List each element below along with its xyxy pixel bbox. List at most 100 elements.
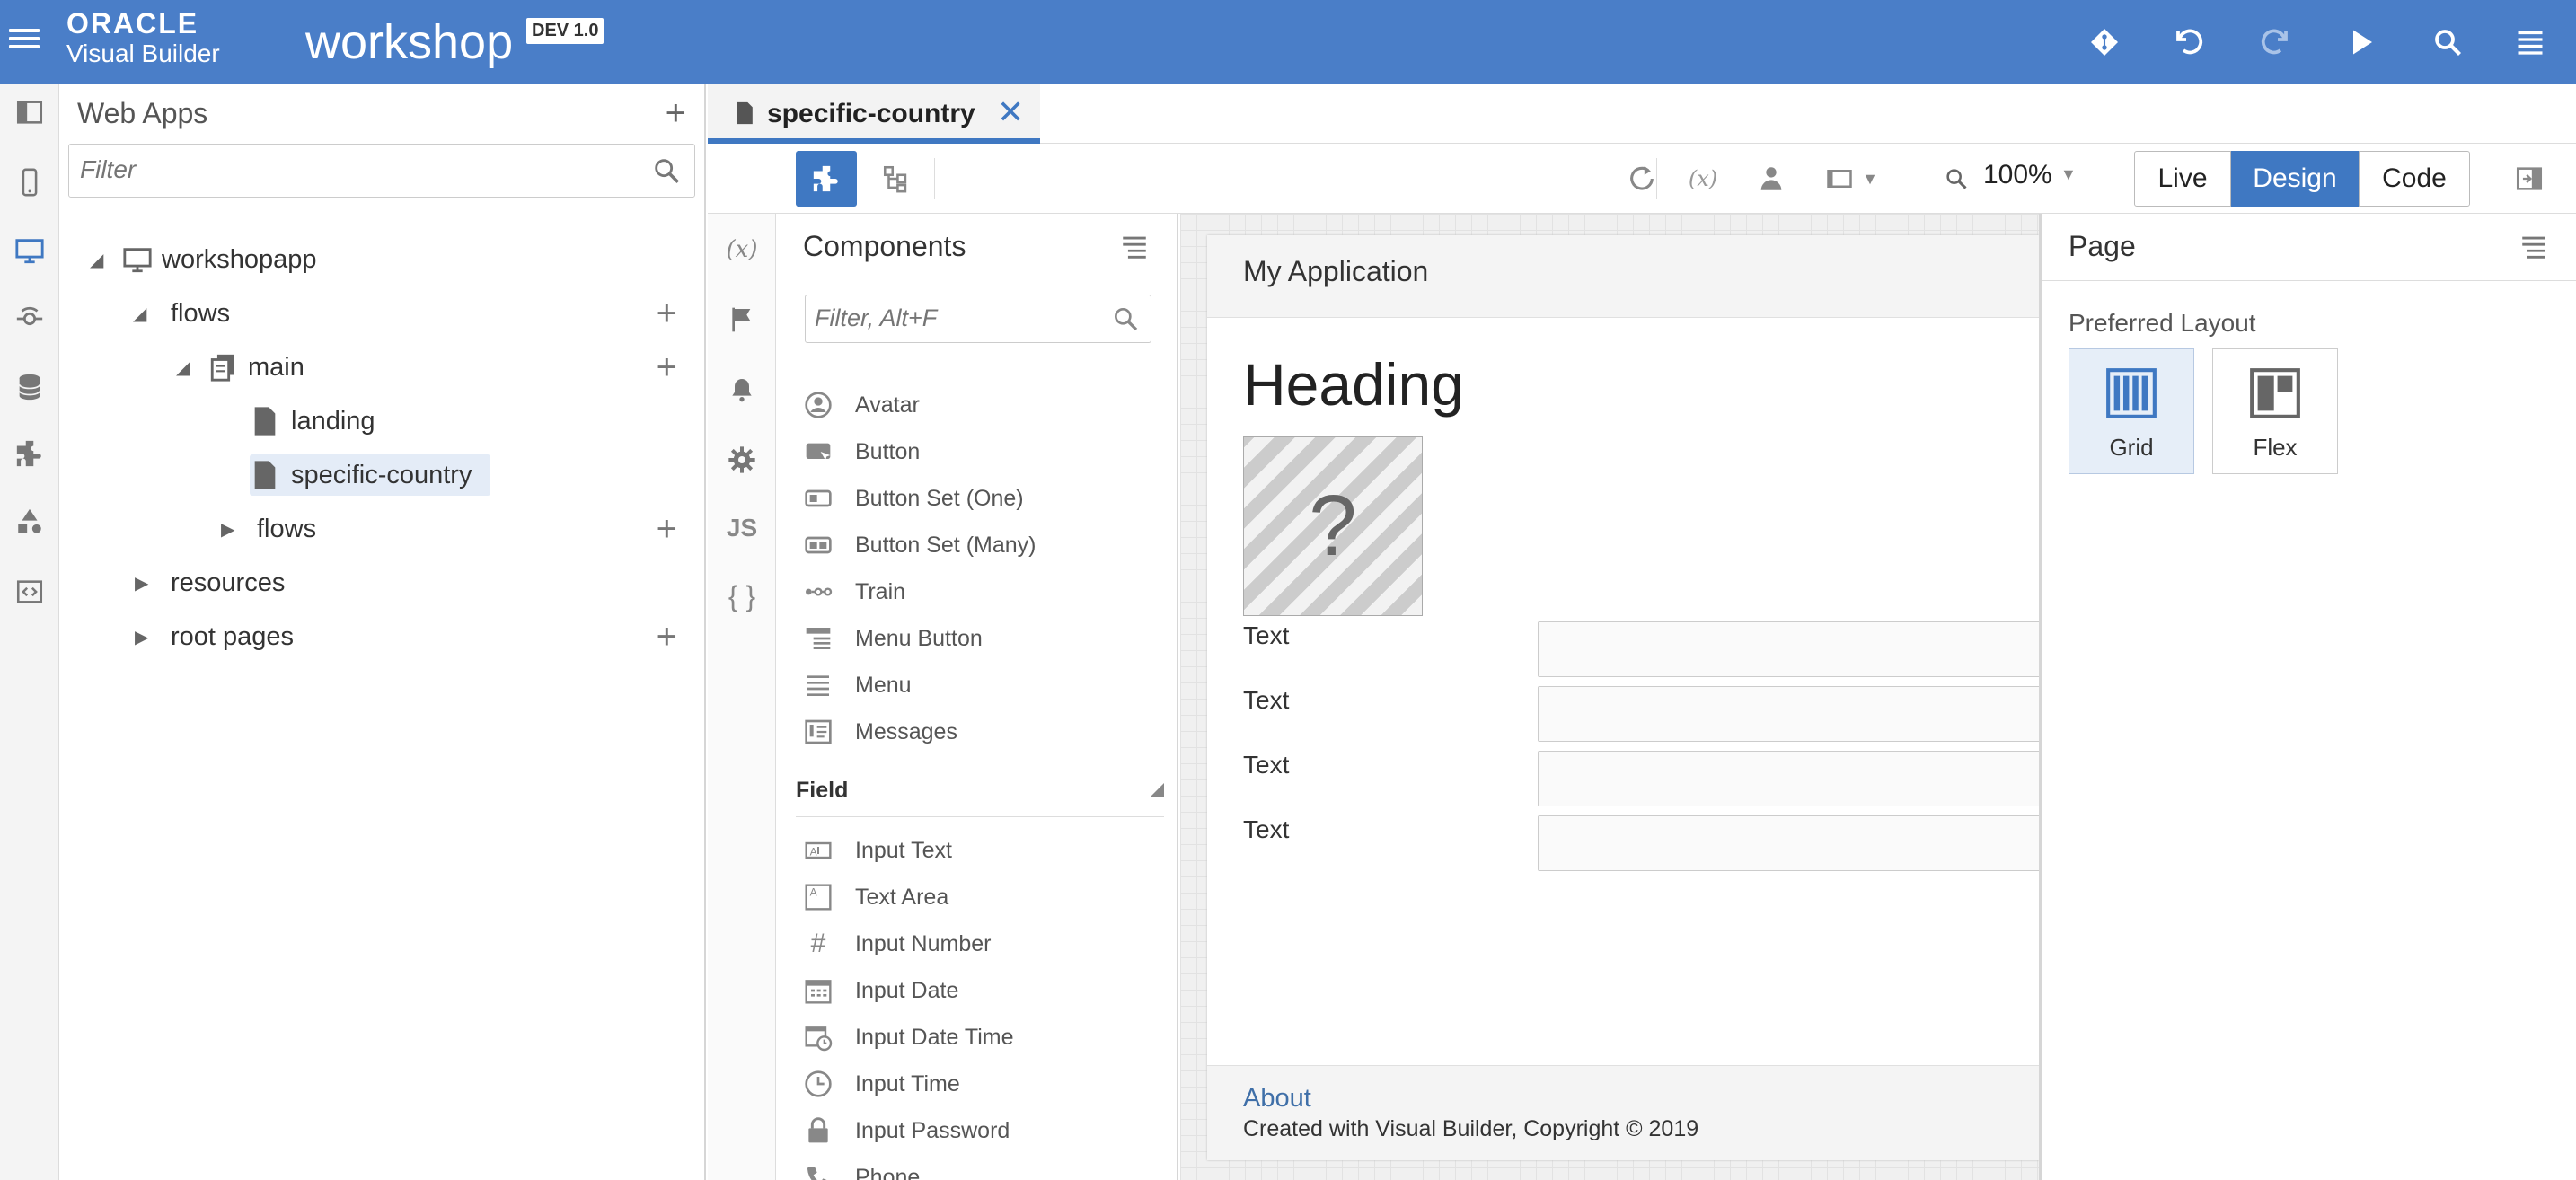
refresh-icon[interactable] — [1611, 151, 1672, 207]
hamburger-menu-icon[interactable] — [9, 24, 40, 55]
search-icon[interactable] — [651, 155, 682, 190]
mobile-apps-icon[interactable] — [7, 160, 52, 205]
mode-live-button[interactable]: Live — [2134, 151, 2231, 207]
tree-item-root-pages[interactable]: ▶ root pages + — [59, 612, 688, 661]
redo-icon[interactable] — [2253, 20, 2298, 65]
expand-triangle-icon[interactable]: ▶ — [135, 572, 148, 594]
json-braces-icon[interactable]: { } — [719, 573, 765, 620]
form-input-field[interactable] — [1538, 686, 2039, 742]
toggle-property-panel-icon[interactable] — [2499, 151, 2560, 207]
tab-specific-country[interactable]: specific-country ✕ — [708, 84, 1040, 144]
business-objects-icon[interactable] — [7, 365, 52, 409]
add-nested-flow-button[interactable]: + — [657, 509, 677, 550]
component-input-password[interactable]: Input Password — [803, 1108, 1162, 1153]
component-train[interactable]: Train — [803, 569, 1162, 614]
collapse-panel-icon[interactable] — [7, 90, 52, 135]
collapse-triangle-icon[interactable] — [1150, 783, 1164, 797]
components-filter[interactable] — [805, 295, 1151, 343]
device-size-dropdown[interactable]: ▼ — [1816, 151, 1888, 207]
git-icon[interactable] — [2082, 20, 2127, 65]
components-icon[interactable] — [7, 431, 52, 476]
tree-item-main[interactable]: ◢ main + — [59, 343, 688, 392]
tree-item-flows[interactable]: ◢ flows + — [59, 289, 688, 338]
design-canvas[interactable]: My Application Heading ? Text Text Text … — [1180, 214, 2039, 1180]
component-label: Button — [855, 438, 921, 464]
page-preview[interactable]: My Application Heading ? Text Text Text … — [1207, 235, 2039, 1160]
component-messages[interactable]: Messages — [803, 709, 1162, 754]
add-root-page-button[interactable]: + — [657, 617, 677, 657]
settings-gear-icon[interactable] — [719, 436, 765, 483]
component-input-number[interactable]: # Input Number — [803, 921, 1162, 966]
mode-design-button[interactable]: Design — [2231, 151, 2359, 207]
expand-triangle-icon[interactable]: ▶ — [221, 518, 234, 541]
zoom-chevron-down-icon[interactable]: ▼ — [2060, 165, 2077, 184]
form-label[interactable]: Text — [1243, 815, 1289, 844]
form-label[interactable]: Text — [1243, 751, 1289, 779]
properties-menu-icon[interactable] — [2519, 232, 2549, 267]
page-footer[interactable]: About Created with Visual Builder, Copyr… — [1207, 1065, 2039, 1160]
navigator-filter[interactable] — [68, 144, 695, 198]
search-icon[interactable] — [2425, 20, 2470, 65]
collapse-triangle-icon[interactable]: ◢ — [176, 357, 190, 379]
component-button-set-many[interactable]: Button Set (Many) — [803, 523, 1162, 568]
component-menu-button[interactable]: Menu Button — [803, 616, 1162, 661]
component-input-date[interactable]: Input Date — [803, 968, 1162, 1013]
undo-icon[interactable] — [2166, 20, 2211, 65]
components-filter-input[interactable] — [806, 295, 1093, 340]
tree-item-flows-nested[interactable]: ▶ flows + — [59, 505, 688, 553]
structure-view-button[interactable] — [866, 151, 927, 207]
component-phone[interactable]: Phone — [803, 1155, 1162, 1180]
add-web-app-button[interactable]: + — [666, 93, 686, 134]
search-icon[interactable] — [1111, 304, 1140, 338]
field-section-header[interactable]: Field — [796, 778, 1164, 817]
component-input-date-time[interactable]: Input Date Time — [803, 1015, 1162, 1060]
javascript-icon[interactable]: JS — [719, 505, 765, 551]
component-avatar[interactable]: Avatar — [803, 383, 1162, 427]
app-title[interactable]: My Application — [1243, 255, 1428, 288]
about-link[interactable]: About — [1243, 1084, 1311, 1114]
tree-item-resources[interactable]: ▶ resources — [59, 559, 688, 607]
tree-label: specific-country — [291, 460, 472, 489]
tree-item-landing[interactable]: landing — [59, 397, 688, 445]
source-icon[interactable] — [7, 569, 52, 614]
user-roles-icon[interactable] — [1741, 151, 1802, 207]
variables-icon[interactable]: (x) — [719, 226, 765, 273]
component-text-area[interactable]: A Text Area — [803, 875, 1162, 920]
close-tab-icon[interactable]: ✕ — [997, 93, 1024, 131]
expand-triangle-icon[interactable]: ▶ — [135, 626, 148, 648]
layout-flex-button[interactable]: Flex — [2212, 348, 2338, 474]
add-flow-button[interactable]: + — [657, 294, 677, 334]
menu-icon[interactable] — [2508, 20, 2553, 65]
variable-binding-icon[interactable]: (x) — [1672, 151, 1734, 207]
image-placeholder[interactable]: ? — [1243, 436, 1423, 616]
page-heading[interactable]: Heading — [1243, 350, 1464, 418]
add-page-button[interactable]: + — [657, 348, 677, 388]
component-menu[interactable]: Menu — [803, 663, 1162, 708]
component-button[interactable]: Button — [803, 429, 1162, 474]
navigator-filter-input[interactable] — [69, 145, 626, 195]
collapse-triangle-icon[interactable]: ◢ — [90, 249, 103, 271]
component-input-time[interactable]: Input Time — [803, 1061, 1162, 1106]
bell-icon[interactable] — [719, 366, 765, 413]
processes-icon[interactable] — [7, 499, 52, 544]
components-menu-icon[interactable] — [1119, 232, 1150, 267]
tree-item-workshopapp[interactable]: ◢ workshopapp — [59, 235, 688, 284]
run-icon[interactable] — [2339, 20, 2384, 65]
zoom-level[interactable]: 100% — [1983, 160, 2052, 190]
collapse-triangle-icon[interactable]: ◢ — [133, 303, 146, 325]
flag-icon[interactable] — [719, 296, 765, 343]
component-input-text[interactable]: A Input Text — [803, 828, 1162, 873]
form-input-field[interactable] — [1538, 621, 2039, 677]
components-palette-button[interactable] — [796, 151, 857, 207]
tree-item-specific-country[interactable]: specific-country — [59, 451, 688, 499]
form-label[interactable]: Text — [1243, 621, 1289, 650]
services-icon[interactable] — [7, 296, 52, 341]
layout-grid-button[interactable]: Grid — [2069, 348, 2194, 474]
form-input-field[interactable] — [1538, 815, 2039, 871]
web-apps-icon[interactable] — [7, 228, 52, 273]
form-input-field[interactable] — [1538, 751, 2039, 806]
component-button-set-one[interactable]: Button Set (One) — [803, 476, 1162, 521]
form-label[interactable]: Text — [1243, 686, 1289, 715]
mode-code-button[interactable]: Code — [2359, 151, 2470, 207]
app-header-bar[interactable]: My Application — [1207, 235, 2039, 318]
